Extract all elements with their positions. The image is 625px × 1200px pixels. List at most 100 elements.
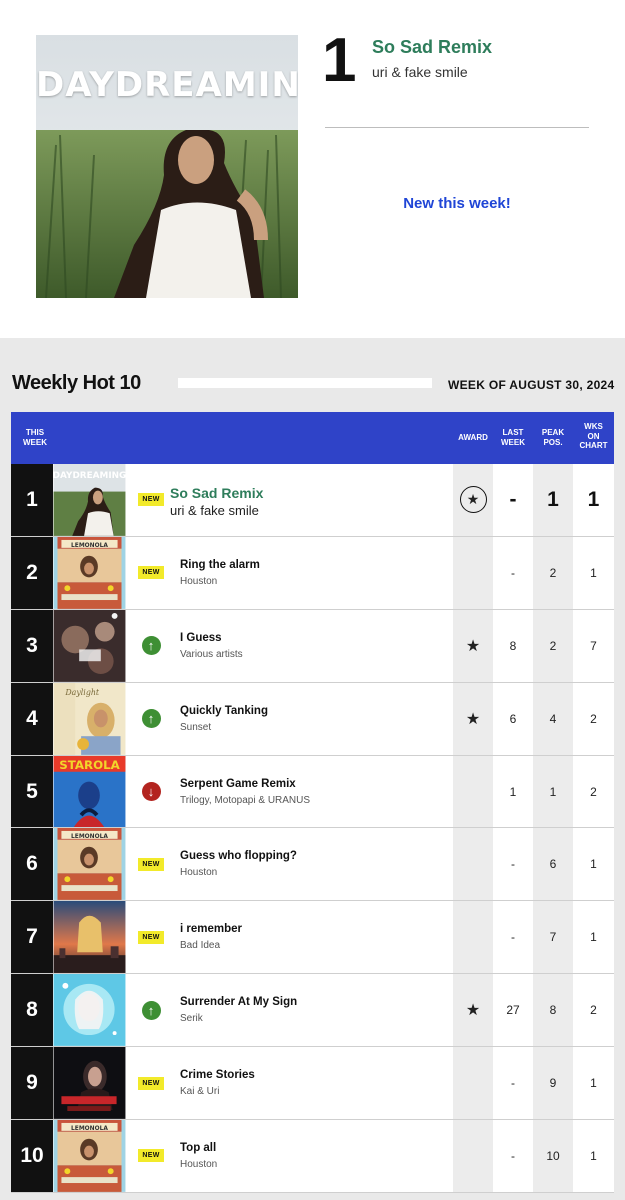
new-badge: NEW [138, 1149, 164, 1163]
hero-cover-title: DAYDREAMING [36, 65, 298, 105]
rank-number: 1 [11, 464, 53, 536]
table-row-4[interactable]: 4 Daylight ↑ Quickly Tanking Sunset ★ 6 … [11, 682, 614, 756]
rank-number: 3 [11, 609, 53, 682]
table-row-10[interactable]: 10 LEMONOLA NEW Top all Houston - 10 1 [11, 1120, 614, 1193]
last-week-value: 27 [506, 1003, 520, 1018]
table-row-3[interactable]: 3 ↑ I Guess Various artists ★ 8 2 7 [11, 609, 614, 683]
award-circle-star-icon: ★ [459, 486, 487, 514]
chart-week: WEEK OF AUGUST 30, 2024 [448, 378, 615, 392]
album-cover-art [53, 901, 126, 974]
last-week-value: - [511, 857, 515, 872]
trend-indicator: NEW [133, 901, 169, 973]
album-cover[interactable] [53, 901, 126, 974]
album-cover[interactable]: STAROLA [53, 755, 126, 828]
song-title[interactable]: Crime Stories [180, 1069, 255, 1081]
new-badge: NEW [138, 857, 164, 871]
artist-name[interactable]: Trilogy, Motopapi & URANUS [180, 795, 310, 806]
album-cover[interactable] [53, 974, 126, 1047]
artist-name[interactable]: Various artists [180, 649, 243, 660]
song-title[interactable]: Quickly Tanking [180, 705, 268, 717]
trend-indicator: NEW [133, 828, 169, 900]
chart-table: THIS WEEK AWARD LAST WEEK PEAK POS. WKS … [11, 412, 614, 1193]
album-cover-art: DAYDREAMING [53, 464, 126, 536]
svg-text:DAYDREAMING: DAYDREAMING [53, 471, 126, 481]
peak-position-value: 2 [533, 609, 573, 682]
col-last-week: LAST WEEK [493, 428, 533, 447]
song-title[interactable]: Serpent Game Remix [180, 778, 296, 790]
hero-song-title[interactable]: So Sad Remix [372, 37, 492, 58]
table-row-9[interactable]: 9 NEW Crime Stories Kai & Uri - 9 1 [11, 1047, 614, 1121]
weeks-on-chart-value: 1 [590, 565, 597, 580]
hero-divider [325, 127, 589, 128]
last-week-value: 8 [509, 638, 517, 653]
rank-number: 8 [11, 974, 53, 1047]
star-icon: ★ [465, 1002, 481, 1020]
artist-name[interactable]: Serik [180, 1013, 203, 1024]
weeks-on-chart-value: 1 [587, 487, 600, 511]
new-badge: NEW [138, 493, 164, 507]
hero-artist[interactable]: uri & fake smile [372, 64, 468, 80]
arrow-up-icon: ↑ [141, 636, 161, 656]
award-cell [453, 1120, 493, 1192]
trend-indicator: ↑ [133, 974, 169, 1046]
col-peak: PEAK POS. [533, 428, 573, 447]
col-weeks-line1: WKS [584, 422, 603, 431]
album-cover[interactable]: Daylight [53, 682, 126, 755]
table-row-7[interactable]: 7 NEW i remember Bad Idea - 7 1 [11, 901, 614, 975]
arrow-up-icon: ↑ [141, 1000, 161, 1020]
song-title[interactable]: i remember [180, 923, 242, 935]
weeks-on-chart-value: 1 [590, 1076, 597, 1091]
album-cover[interactable] [53, 1047, 126, 1120]
last-week-value: - [511, 565, 515, 580]
col-weeks-line3: CHART [579, 441, 608, 451]
album-cover[interactable] [53, 609, 126, 682]
artist-name[interactable]: Houston [180, 867, 217, 878]
album-cover[interactable]: LEMONOLA [53, 828, 126, 901]
table-row-8[interactable]: 8 ↑ Surrender At My Sign Serik ★ 27 8 2 [11, 974, 614, 1048]
song-title[interactable]: Guess who flopping? [180, 850, 297, 862]
award-cell [453, 901, 493, 974]
album-cover-art: LEMONOLA [53, 536, 126, 609]
svg-text:LEMONOLA: LEMONOLA [71, 1126, 108, 1132]
award-cell [453, 1047, 493, 1120]
album-cover-art [53, 1047, 126, 1120]
album-cover-art: LEMONOLA [53, 1120, 126, 1192]
weeks-on-chart-value: 2 [590, 711, 597, 726]
artist-name[interactable]: Houston [180, 576, 217, 587]
album-cover[interactable]: LEMONOLA [53, 1120, 126, 1192]
artist-name[interactable]: Bad Idea [180, 940, 220, 951]
col-award: AWARD [458, 433, 488, 442]
song-title[interactable]: Surrender At My Sign [180, 996, 297, 1008]
artist-name[interactable]: Kai & Uri [180, 1086, 219, 1097]
album-cover[interactable]: DAYDREAMING [53, 464, 126, 536]
artist-name[interactable]: uri & fake smile [170, 503, 259, 518]
artist-name[interactable]: Houston [180, 1159, 217, 1170]
table-row-2[interactable]: 2 LEMONOLA NEW Ring the alarm Houston - … [11, 536, 614, 610]
award-cell: ★ [453, 682, 493, 755]
song-title[interactable]: I Guess [180, 632, 222, 644]
table-row-6[interactable]: 6 LEMONOLA NEW Guess who flopping? Houst… [11, 828, 614, 902]
peak-position-value: 1 [533, 464, 573, 536]
table-row-1[interactable]: 1 DAYDREAMING NEW So Sad Remix uri & fak… [11, 464, 614, 537]
song-title[interactable]: Ring the alarm [180, 559, 260, 571]
heading-bar [178, 378, 432, 388]
col-this-week-line1: THIS [25, 428, 45, 437]
song-title[interactable]: So Sad Remix [170, 485, 263, 501]
trend-indicator: ↑ [133, 683, 169, 755]
hero-album-cover[interactable]: DAYDREAMING [36, 35, 298, 298]
arrow-up-icon: ↑ [141, 709, 161, 729]
new-badge: NEW [138, 1076, 164, 1090]
album-cover[interactable]: LEMONOLA [53, 536, 126, 609]
weeks-on-chart-value: 2 [590, 1003, 597, 1018]
trend-indicator: NEW [133, 1120, 169, 1192]
artist-name[interactable]: Sunset [180, 722, 211, 733]
svg-text:LEMONOLA: LEMONOLA [71, 834, 108, 840]
hero-rank: 1 [322, 26, 357, 95]
peak-position-value: 6 [533, 828, 573, 901]
song-title[interactable]: Top all [180, 1142, 216, 1154]
album-cover-art [53, 609, 126, 682]
star-icon: ★ [465, 710, 481, 728]
col-this-week-line2: WEEK [23, 437, 47, 447]
album-cover-art [53, 974, 126, 1047]
table-row-5[interactable]: 5 STAROLA ↓ Serpent Game Remix Trilogy, … [11, 755, 614, 829]
